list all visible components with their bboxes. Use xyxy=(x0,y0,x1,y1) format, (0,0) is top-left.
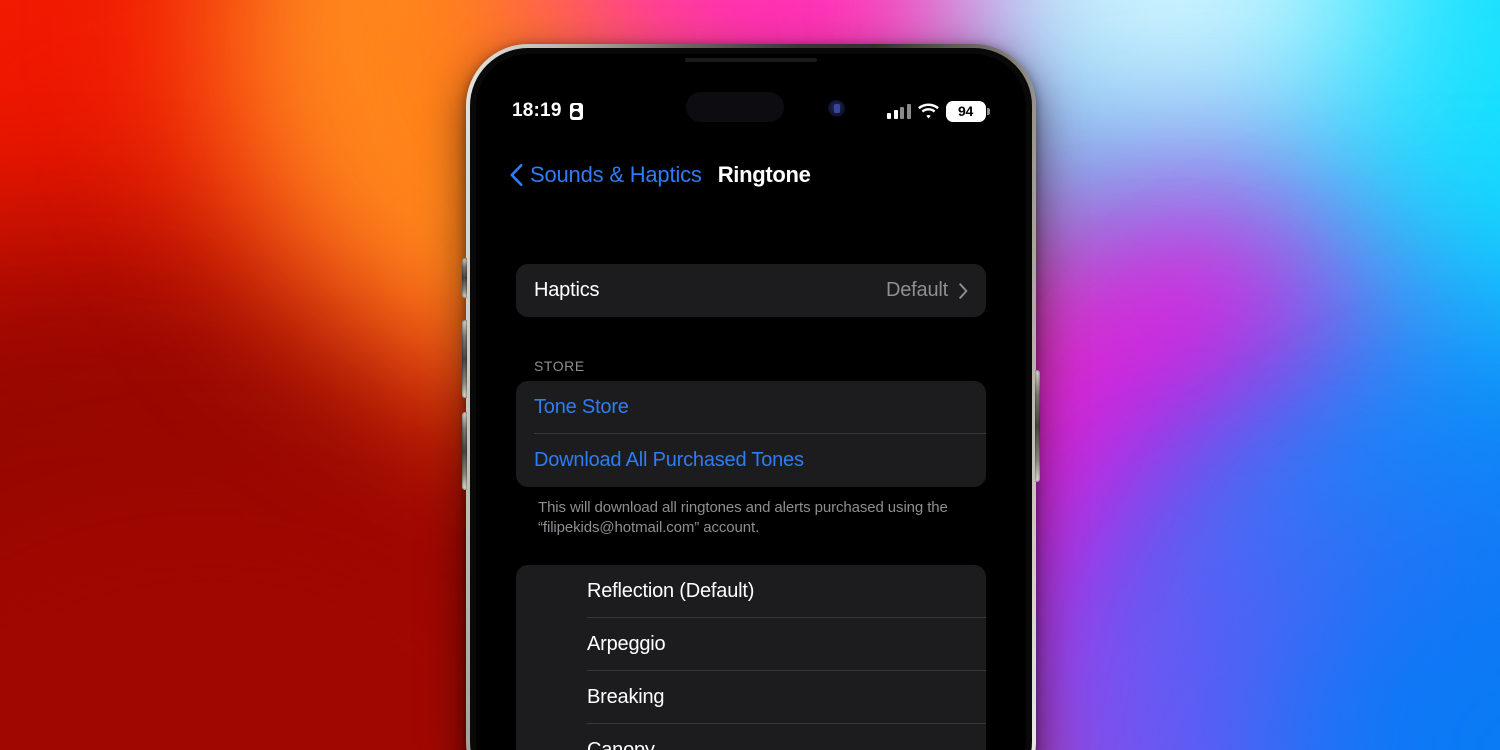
back-button[interactable]: Sounds & Haptics xyxy=(510,162,702,188)
chevron-left-icon xyxy=(510,164,523,186)
chevron-right-icon xyxy=(959,282,968,299)
ringtone-list-card: Reflection (Default) Arpeggio Breaking C… xyxy=(516,564,986,750)
dynamic-island xyxy=(686,92,784,122)
battery-level-text: 94 xyxy=(958,103,973,119)
battery-body: 94 xyxy=(945,100,986,122)
page-title: Ringtone xyxy=(717,162,811,187)
tone-store-row[interactable]: Tone Store xyxy=(516,381,986,434)
wifi-icon xyxy=(917,103,939,119)
screen-record-icon xyxy=(569,102,583,120)
haptics-value: Default xyxy=(886,279,948,301)
store-footer-note: This will download all ringtones and ale… xyxy=(538,499,948,536)
dynamic-island-area xyxy=(672,92,887,128)
cellular-signal-icon xyxy=(887,103,911,119)
phone-device: 18:19 94 Sounds & Haptics Ringtone Hapti… xyxy=(462,44,1040,750)
list-item[interactable]: Canopy xyxy=(516,724,986,750)
status-bar-right: 94 xyxy=(887,100,990,122)
phone-screen: 18:19 94 Sounds & Haptics Ringtone Hapti… xyxy=(476,54,1026,750)
action-button[interactable] xyxy=(462,258,467,298)
status-bar: 18:19 94 xyxy=(476,92,1026,128)
side-power-button[interactable] xyxy=(1035,370,1040,482)
store-section-header: STORE xyxy=(534,358,585,374)
battery-cap xyxy=(987,107,990,115)
haptics-card: Haptics Default xyxy=(516,264,986,317)
ringtone-label: Reflection (Default) xyxy=(587,579,755,602)
download-purchased-tones-label: Download All Purchased Tones xyxy=(534,449,804,471)
ringtone-label: Canopy xyxy=(587,738,655,750)
volume-up-button[interactable] xyxy=(462,320,467,398)
back-button-label: Sounds & Haptics xyxy=(530,162,702,187)
phone-bezel: 18:19 94 Sounds & Haptics Ringtone Hapti… xyxy=(470,48,1032,750)
navigation-bar: Sounds & Haptics Ringtone xyxy=(476,150,1026,200)
store-card: Tone Store Download All Purchased Tones xyxy=(516,381,986,487)
volume-down-button[interactable] xyxy=(462,412,467,490)
ringtone-label: Arpeggio xyxy=(587,632,666,655)
haptics-row[interactable]: Haptics Default xyxy=(516,264,986,317)
status-bar-left: 18:19 xyxy=(512,100,672,122)
list-item[interactable]: Arpeggio xyxy=(516,618,986,671)
haptics-label: Haptics xyxy=(534,279,600,301)
battery-icon: 94 xyxy=(945,100,990,122)
earpiece-speaker-icon xyxy=(685,58,817,62)
ringtone-label: Breaking xyxy=(587,685,665,708)
front-camera-dot-icon xyxy=(828,100,845,117)
settings-content: Haptics Default STORE Tone Store Downloa… xyxy=(476,204,1026,750)
status-bar-clock: 18:19 xyxy=(512,100,562,121)
tone-store-label: Tone Store xyxy=(534,396,629,418)
download-purchased-tones-row[interactable]: Download All Purchased Tones xyxy=(516,434,986,487)
list-item[interactable]: Reflection (Default) xyxy=(516,565,986,618)
list-item[interactable]: Breaking xyxy=(516,671,986,724)
